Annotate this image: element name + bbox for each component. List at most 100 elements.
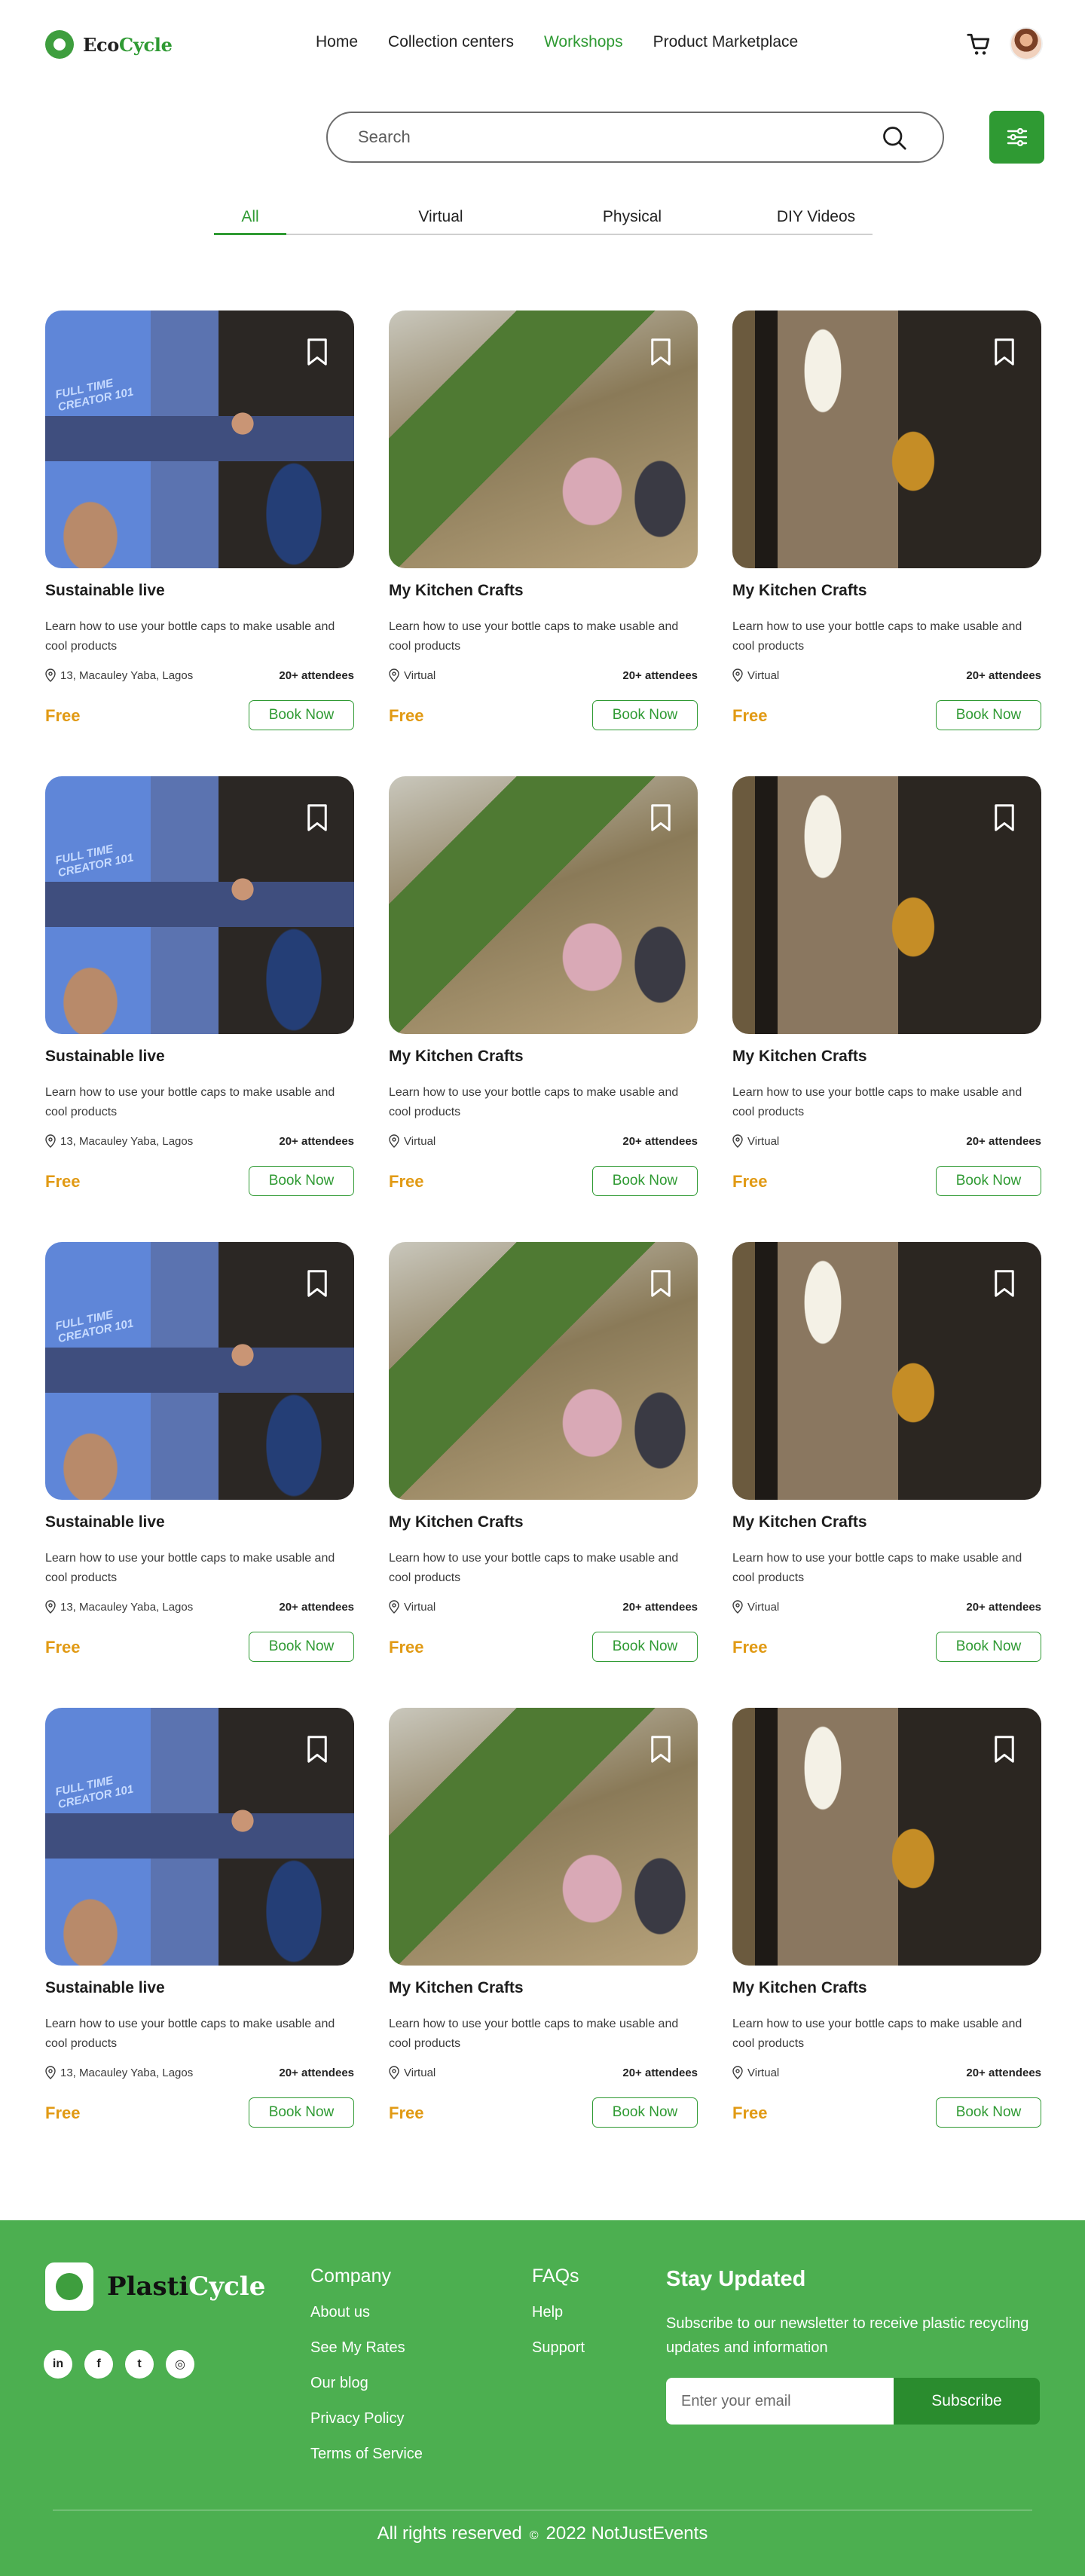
workshop-card[interactable]: My Kitchen Crafts Learn how to use your b… [389, 1242, 698, 1668]
workshop-title[interactable]: Sustainable live [45, 1979, 165, 1997]
user-avatar[interactable] [1010, 27, 1043, 60]
bookmark-icon[interactable] [306, 1735, 329, 1764]
search-bar [326, 112, 944, 163]
workshop-card[interactable]: My Kitchen Crafts Learn how to use your b… [732, 1242, 1041, 1668]
workshop-title[interactable]: My Kitchen Crafts [389, 1048, 524, 1066]
workshop-meta: Virtual 20+ attendees [389, 667, 698, 684]
nav-link-product-marketplace[interactable]: Product Marketplace [653, 33, 799, 51]
workshop-image[interactable] [732, 1242, 1041, 1500]
workshop-card[interactable]: My Kitchen Crafts Learn how to use your b… [732, 311, 1041, 736]
footer-link-support[interactable]: Support [532, 2339, 585, 2357]
workshop-card[interactable]: Sustainable live Learn how to use your bo… [45, 776, 354, 1202]
workshop-image[interactable] [389, 776, 698, 1034]
workshop-card[interactable]: My Kitchen Crafts Learn how to use your b… [389, 776, 698, 1202]
newsletter-email-input[interactable] [666, 2378, 894, 2425]
linkedin-icon[interactable]: in [44, 2350, 72, 2379]
book-now-button[interactable]: Book Now [936, 2097, 1041, 2128]
book-now-button[interactable]: Book Now [592, 1632, 698, 1662]
book-now-button[interactable]: Book Now [936, 700, 1041, 730]
book-now-button[interactable]: Book Now [936, 1166, 1041, 1196]
bookmark-icon[interactable] [649, 338, 672, 366]
workshop-image[interactable] [389, 311, 698, 568]
workshop-image[interactable] [45, 776, 354, 1034]
workshop-title[interactable]: My Kitchen Crafts [389, 1979, 524, 1997]
bookmark-icon[interactable] [649, 1735, 672, 1764]
bookmark-icon[interactable] [993, 1269, 1016, 1298]
workshop-title[interactable]: My Kitchen Crafts [732, 1048, 867, 1066]
facebook-icon[interactable]: f [84, 2350, 113, 2379]
book-now-button[interactable]: Book Now [249, 1632, 354, 1662]
footer-link-see-my-rates[interactable]: See My Rates [310, 2339, 423, 2357]
search-input[interactable] [358, 127, 885, 147]
book-now-button[interactable]: Book Now [249, 700, 354, 730]
workshop-card[interactable]: My Kitchen Crafts Learn how to use your b… [732, 1708, 1041, 2134]
workshop-image[interactable] [45, 1708, 354, 1966]
workshop-meta: Virtual 20+ attendees [732, 667, 1041, 684]
nav-link-home[interactable]: Home [316, 33, 358, 51]
workshop-title[interactable]: Sustainable live [45, 582, 165, 600]
workshop-card[interactable]: My Kitchen Crafts Learn how to use your b… [389, 311, 698, 736]
book-now-button[interactable]: Book Now [592, 1166, 698, 1196]
bookmark-icon[interactable] [306, 1269, 329, 1298]
location-pin-icon [45, 668, 56, 682]
workshop-title[interactable]: My Kitchen Crafts [389, 1513, 524, 1531]
workshop-title[interactable]: My Kitchen Crafts [732, 1513, 867, 1531]
workshop-card[interactable]: Sustainable live Learn how to use your bo… [45, 1708, 354, 2134]
subscribe-button[interactable]: Subscribe [894, 2378, 1040, 2425]
tab-all[interactable]: All [214, 208, 286, 235]
instagram-icon[interactable]: ◎ [166, 2350, 194, 2379]
footer-link-help[interactable]: Help [532, 2304, 585, 2321]
workshop-image[interactable] [45, 311, 354, 568]
workshop-card[interactable]: My Kitchen Crafts Learn how to use your b… [732, 776, 1041, 1202]
bookmark-icon[interactable] [649, 803, 672, 832]
workshop-location: Virtual [747, 1600, 780, 1614]
recycle-logo-icon [45, 2262, 93, 2311]
workshop-title[interactable]: My Kitchen Crafts [732, 1979, 867, 1997]
workshop-title[interactable]: Sustainable live [45, 1513, 165, 1531]
footer-link-about-us[interactable]: About us [310, 2304, 423, 2321]
workshop-card[interactable]: My Kitchen Crafts Learn how to use your b… [389, 1708, 698, 2134]
workshop-price: Free [389, 1172, 424, 1191]
book-now-button[interactable]: Book Now [249, 1166, 354, 1196]
footer-link-privacy-policy[interactable]: Privacy Policy [310, 2410, 423, 2428]
recycle-logo-icon [45, 30, 74, 59]
workshop-image[interactable] [732, 776, 1041, 1034]
workshop-image[interactable] [732, 1708, 1041, 1966]
bookmark-icon[interactable] [649, 1269, 672, 1298]
tab-virtual[interactable]: Virtual [404, 208, 478, 234]
workshop-price: Free [389, 706, 424, 725]
search-icon[interactable] [881, 124, 908, 151]
shopping-cart-icon[interactable] [966, 32, 992, 57]
workshop-title[interactable]: My Kitchen Crafts [389, 582, 524, 600]
book-now-button[interactable]: Book Now [592, 2097, 698, 2128]
filter-button[interactable] [989, 111, 1044, 164]
nav-link-collection-centers[interactable]: Collection centers [388, 33, 514, 51]
tab-diy-videos[interactable]: DIY Videos [767, 208, 865, 234]
workshop-meta: Virtual 20+ attendees [389, 1133, 698, 1149]
bookmark-icon[interactable] [306, 338, 329, 366]
workshop-image[interactable] [732, 311, 1041, 568]
twitter-icon[interactable]: t [125, 2350, 154, 2379]
workshop-card[interactable]: Sustainable live Learn how to use your bo… [45, 1242, 354, 1668]
nav-link-workshops[interactable]: Workshops [544, 33, 623, 51]
bookmark-icon[interactable] [993, 1735, 1016, 1764]
workshop-title[interactable]: My Kitchen Crafts [732, 582, 867, 600]
book-now-button[interactable]: Book Now [249, 2097, 354, 2128]
workshop-image[interactable] [389, 1242, 698, 1500]
workshop-image[interactable] [45, 1242, 354, 1500]
bookmark-icon[interactable] [993, 338, 1016, 366]
bookmark-icon[interactable] [306, 803, 329, 832]
footer-link-terms-of-service[interactable]: Terms of Service [310, 2446, 423, 2463]
footer-link-our-blog[interactable]: Our blog [310, 2375, 423, 2392]
workshop-card[interactable]: Sustainable live Learn how to use your bo… [45, 311, 354, 736]
book-now-button[interactable]: Book Now [592, 700, 698, 730]
book-now-button[interactable]: Book Now [936, 1632, 1041, 1662]
workshop-meta: Virtual 20+ attendees [732, 1599, 1041, 1615]
brand-logo[interactable]: EcoCycle [45, 30, 173, 59]
bookmark-icon[interactable] [993, 803, 1016, 832]
footer-brand-logo[interactable]: PlastiCycle [45, 2262, 265, 2311]
workshop-image[interactable] [389, 1708, 698, 1966]
tab-physical[interactable]: Physical [591, 208, 674, 234]
location-pin-icon [389, 668, 399, 682]
workshop-title[interactable]: Sustainable live [45, 1048, 165, 1066]
